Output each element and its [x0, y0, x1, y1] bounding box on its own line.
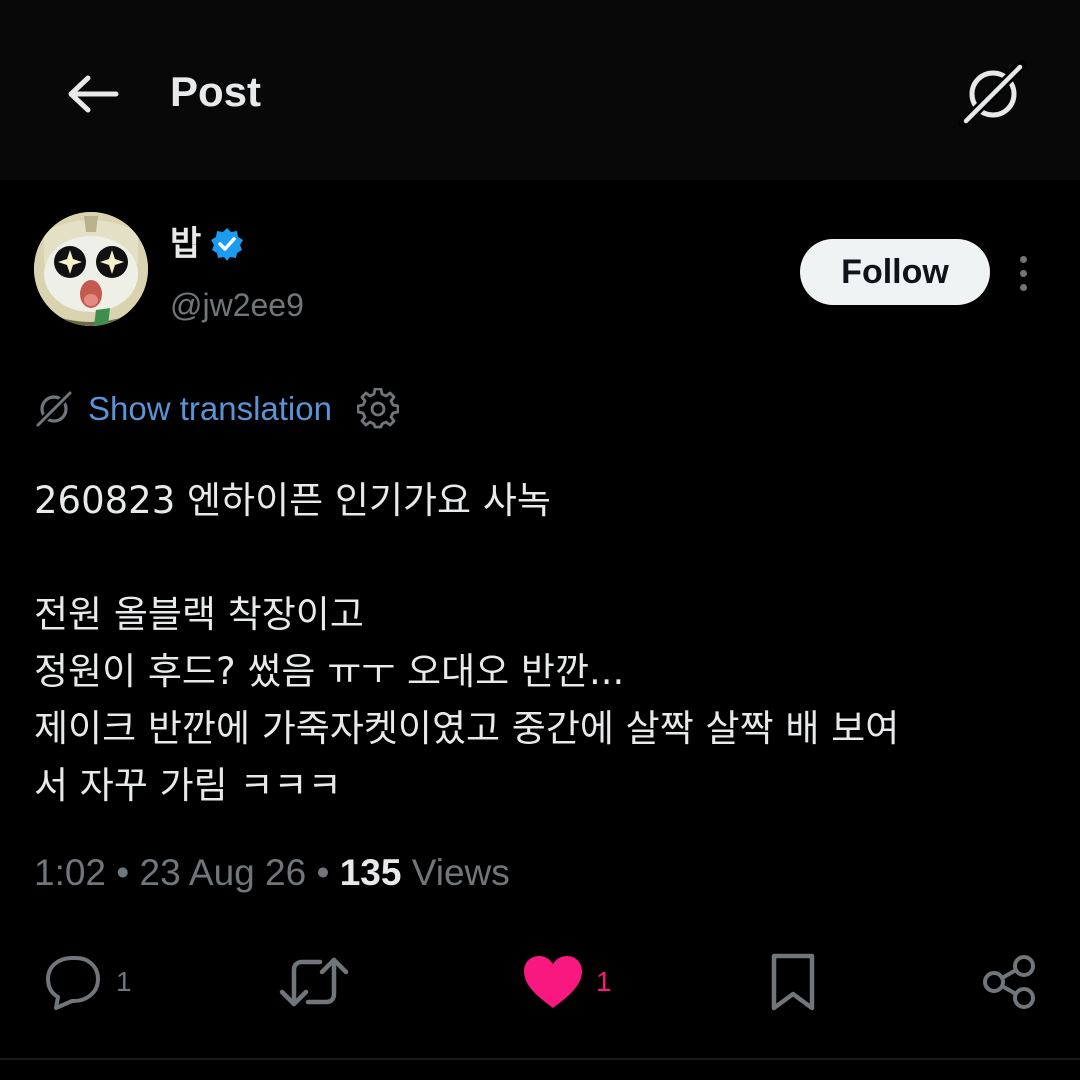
reply-icon: [46, 956, 100, 1010]
back-button[interactable]: [62, 66, 122, 122]
divider: [0, 1058, 1080, 1060]
post-text: 260823 엔하이픈 인기가요 사녹 전원 올블랙 착장이고 정원이 후드? …: [34, 472, 1044, 814]
heart-icon: [524, 956, 582, 1008]
more-dot-icon: [1019, 255, 1027, 263]
top-bar: Post: [0, 0, 1080, 180]
arrow-left-icon: [68, 75, 119, 113]
reply-count: 1: [116, 966, 132, 997]
grok-icon: [959, 60, 1027, 128]
post-meta: 1:02 • 23 Aug 26 • 135 Views: [34, 848, 510, 898]
more-dot-icon: [1019, 269, 1027, 277]
views-label: Views: [401, 852, 510, 893]
meta-separator: •: [306, 852, 340, 893]
post-line: 260823 엔하이픈 인기가요 사녹: [34, 479, 551, 522]
post-line: 제이크 반깐에 가죽자켓이였고 중간에 살짝 살짝 배 보여: [34, 707, 900, 750]
author-handle[interactable]: @jw2ee9: [170, 284, 304, 326]
author-name: 밥: [170, 224, 202, 264]
like-button[interactable]: 1: [522, 952, 612, 1012]
post-line: 전원 올블랙 착장이고: [34, 593, 364, 636]
repost-button[interactable]: [278, 952, 350, 1012]
share-icon: [983, 955, 1035, 1009]
views-count[interactable]: 135: [340, 852, 402, 893]
post-time: 1:02: [34, 852, 107, 893]
reply-button[interactable]: 1: [42, 952, 132, 1012]
more-options-button[interactable]: [1006, 250, 1040, 296]
post-line: [34, 529, 1044, 586]
follow-button[interactable]: Follow: [800, 239, 990, 305]
repost-icon: [279, 957, 349, 1007]
post-line: 서 자꾸 가림 ㅋㅋㅋ: [34, 764, 342, 807]
grok-translate-icon: [34, 389, 74, 429]
show-translation-link[interactable]: Show translation: [88, 387, 332, 431]
more-dot-icon: [1019, 283, 1027, 291]
bookmark-button[interactable]: [768, 952, 818, 1012]
like-count: 1: [596, 966, 612, 997]
action-bar: 1 1: [0, 940, 1080, 1026]
post-screen: Post 밥 @jw2ee9 Follow Show translation 2…: [0, 0, 1080, 1080]
avatar[interactable]: [34, 212, 148, 326]
meta-separator: •: [106, 852, 140, 893]
bookmark-icon: [771, 953, 815, 1011]
translation-row: Show translation: [34, 386, 400, 432]
page-title: Post: [170, 68, 262, 115]
translation-settings-button[interactable]: [356, 387, 400, 431]
share-button[interactable]: [980, 952, 1040, 1012]
verified-badge-icon: [211, 228, 244, 261]
grok-button[interactable]: [955, 56, 1031, 132]
avatar-image: [34, 212, 148, 326]
post-date: 23 Aug 26: [139, 852, 307, 893]
post-line: 정원이 후드? 썼음 ㅠㅜ 오대오 반깐...: [34, 650, 625, 693]
author-name-row[interactable]: 밥: [170, 222, 245, 266]
gear-icon: [356, 388, 399, 429]
